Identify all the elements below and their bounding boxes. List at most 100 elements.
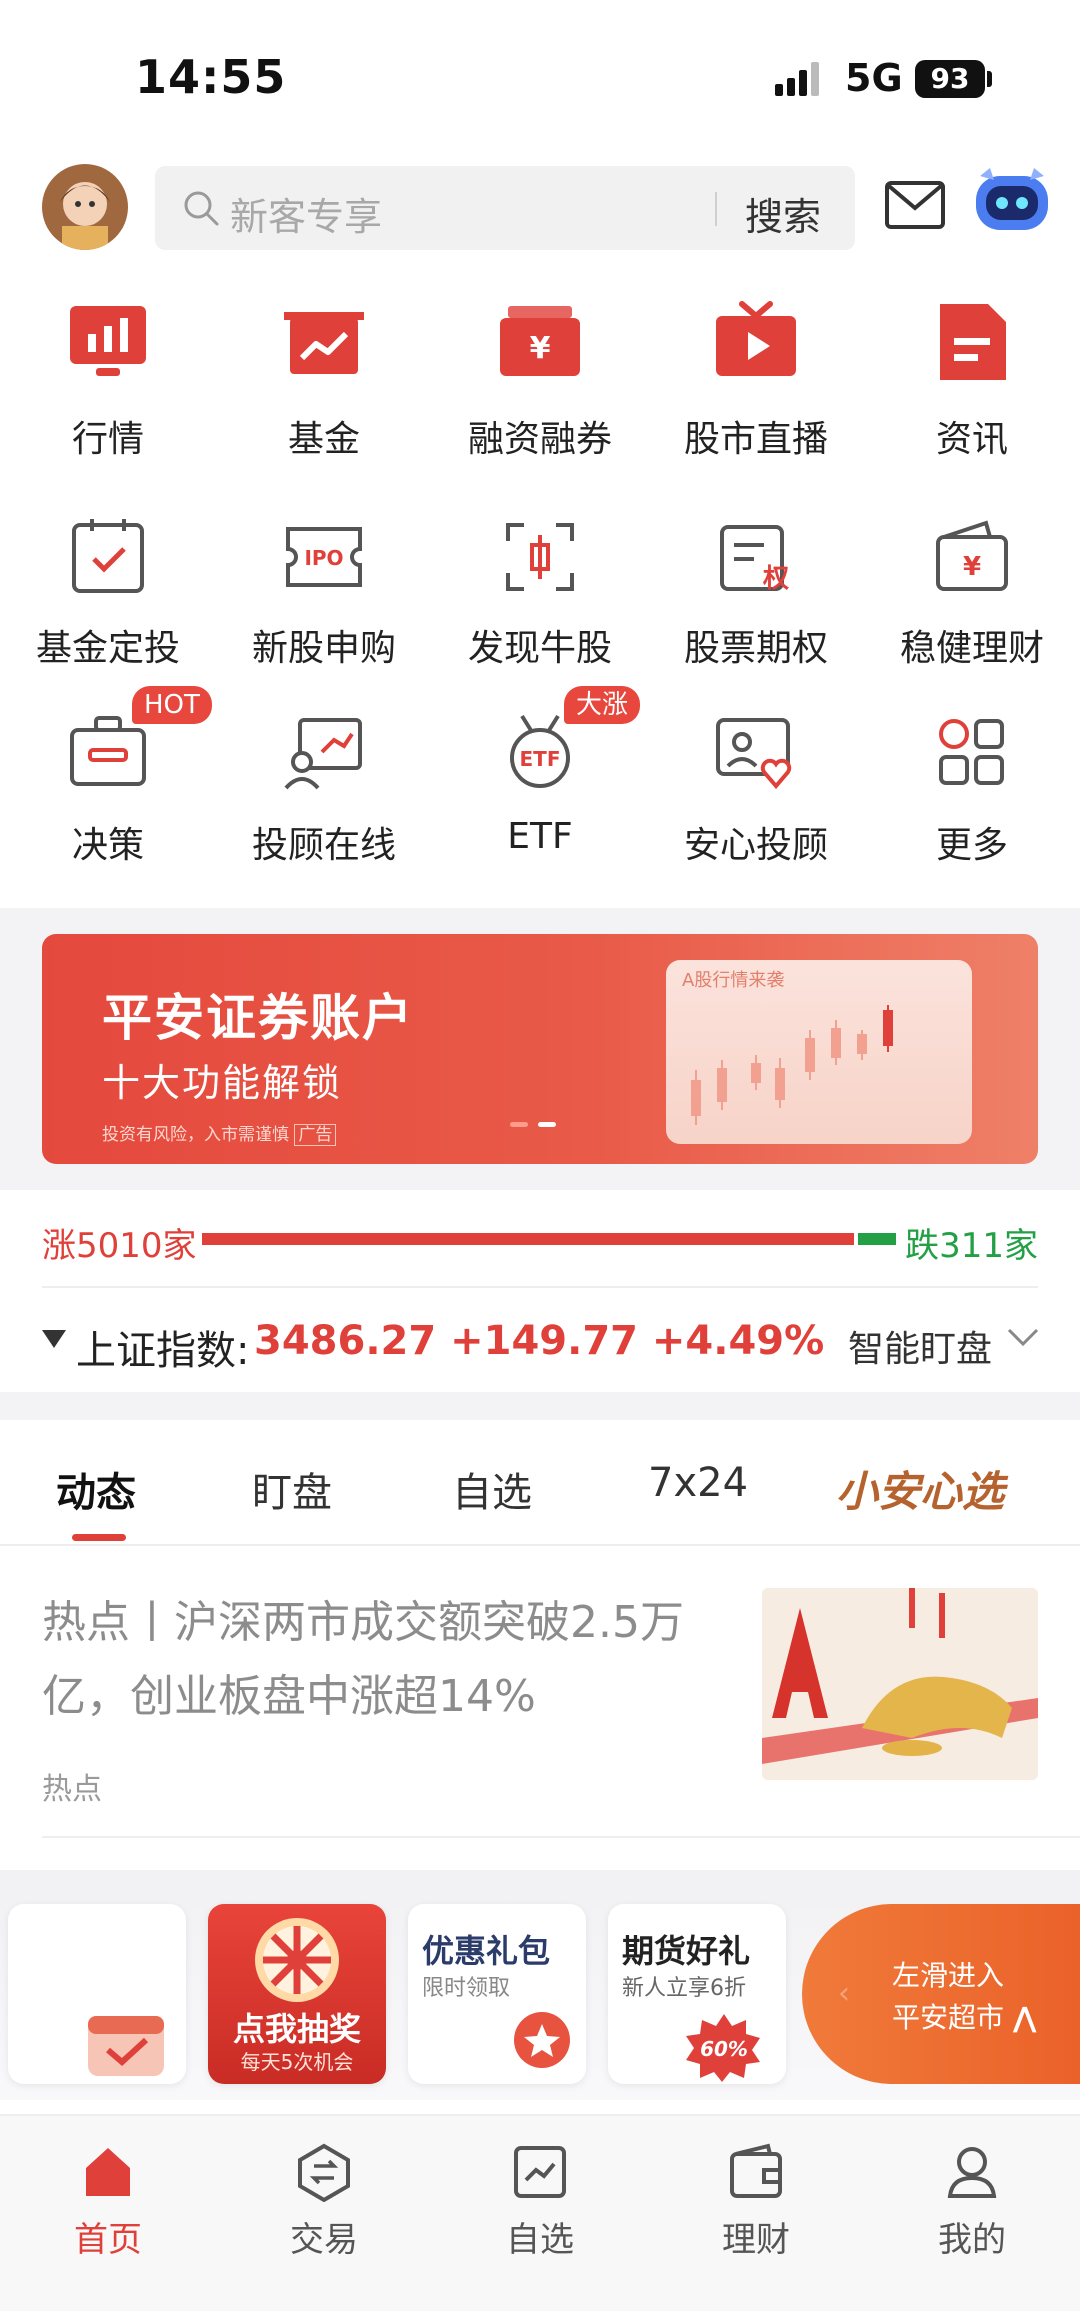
ipo-text: IPO bbox=[304, 546, 343, 570]
pingan-logo-icon: ⋀ bbox=[1012, 2001, 1037, 2034]
fall-bar bbox=[858, 1233, 896, 1245]
grid-item-margin[interactable]: ¥ 融资融券 bbox=[432, 300, 648, 490]
banner-section: 平安证券账户 十大功能解锁 投资有风险，入市需谨慎 广告 A股行情来袭 bbox=[0, 908, 1080, 1190]
banner-subtitle: 十大功能解锁 bbox=[102, 1061, 343, 1105]
robot-assistant-icon[interactable] bbox=[972, 166, 1052, 236]
index-row[interactable]: 上证指数: 3486.27 +149.77 +4.49% 智能盯盘 bbox=[0, 1290, 1080, 1390]
nav-mine[interactable]: 我的 bbox=[864, 2132, 1080, 2282]
options-doc-icon: 权 bbox=[720, 525, 789, 594]
nav-favorites[interactable]: 自选 bbox=[432, 2132, 648, 2282]
divider bbox=[42, 1836, 1080, 1838]
grid-label: 基金 bbox=[287, 419, 360, 460]
feed-tabs: 动态 盯盘 自选 7x24 小安心选 bbox=[0, 1420, 1080, 1546]
grid-item-discover-stock[interactable]: 发现牛股 bbox=[432, 515, 648, 705]
tab-xiaoan-select[interactable]: 小安心选 bbox=[836, 1458, 1004, 1519]
tab-favorites[interactable]: 自选 bbox=[452, 1460, 532, 1518]
nav-wealth[interactable]: 理财 bbox=[648, 2132, 864, 2282]
chevron-down-icon[interactable] bbox=[1006, 1326, 1040, 1350]
news-headline[interactable]: 热点丨沪深两市成交额突破2.5万亿，创业板盘中涨超14% bbox=[42, 1586, 722, 1734]
grid-item-fund-invest[interactable]: 基金定投 bbox=[0, 515, 216, 705]
grid-item-decision[interactable]: 决策 HOT bbox=[0, 686, 216, 900]
rise-badge: 大涨 bbox=[564, 686, 641, 724]
grid-item-wealth[interactable]: ¥ 稳健理财 bbox=[864, 515, 1080, 705]
grid-item-live[interactable]: 股市直播 bbox=[648, 300, 864, 490]
tab-dynamic[interactable]: 动态 bbox=[56, 1460, 136, 1518]
news-item[interactable]: 热点丨沪深两市成交额突破2.5万亿，创业板盘中涨超14% 热点 bbox=[0, 1546, 1080, 1836]
rise-count: 涨5010家 bbox=[42, 1226, 197, 1266]
nav-label: 理财 bbox=[722, 2220, 790, 2260]
fund-chart-icon bbox=[284, 312, 364, 374]
banner-chart-card: A股行情来袭 bbox=[666, 960, 972, 1144]
nav-trade[interactable]: 交易 bbox=[216, 2132, 432, 2282]
market-chart-icon bbox=[70, 306, 146, 376]
lottery-card[interactable]: 点我抽奖 每天5次机会 bbox=[208, 1904, 386, 2084]
yen-symbol: ¥ bbox=[530, 331, 551, 366]
promo-banner[interactable]: 平安证券账户 十大功能解锁 投资有风险，入市需谨慎 广告 A股行情来袭 bbox=[42, 934, 1038, 1164]
futures-gift-card[interactable]: 期货好礼 新人立享6折 60% bbox=[608, 1904, 786, 2084]
grid-label: 股市直播 bbox=[683, 419, 828, 460]
battery-icon: 93 bbox=[915, 60, 985, 98]
market-breadth[interactable]: 涨5010家 跌311家 bbox=[0, 1190, 1080, 1286]
chart-box-icon bbox=[514, 2146, 566, 2198]
gift-subtitle: 限时领取 bbox=[422, 1976, 511, 2001]
grid-label: 股票期权 bbox=[683, 628, 828, 669]
grid-item-safe-advisor[interactable]: 安心投顾 bbox=[648, 710, 864, 900]
candlestick-illustration bbox=[691, 1005, 893, 1125]
grid-label: 发现牛股 bbox=[467, 628, 612, 669]
grid-item-advisor-online[interactable]: 投顾在线 bbox=[216, 710, 432, 900]
swipe-to-mall-card[interactable]: ‹ 左滑进入 平安超市 ⋀ bbox=[802, 1904, 1080, 2084]
gift-title: 优惠礼包 bbox=[422, 1932, 551, 1970]
discount-text: 60% bbox=[700, 2037, 748, 2061]
grid-item-news[interactable]: 资讯 bbox=[864, 300, 1080, 490]
grid-item-ipo[interactable]: IPO 新股申购 bbox=[216, 515, 432, 705]
calendar-check-icon bbox=[88, 2016, 164, 2076]
search-placeholder: 新客专享 bbox=[230, 195, 383, 239]
nav-home[interactable]: 首页 bbox=[0, 2132, 216, 2282]
search-button[interactable]: 搜索 bbox=[745, 186, 821, 241]
live-tv-icon bbox=[716, 301, 796, 376]
grid-item-fund[interactable]: 基金 bbox=[216, 300, 432, 490]
grid-label: 基金定投 bbox=[35, 628, 180, 669]
promo-cards-row: 点我抽奖 每天5次机会 优惠礼包 限时领取 期货好礼 新人立享6折 60% ‹ … bbox=[0, 1870, 1080, 2100]
bottom-navigation: 首页 交易 自选 理财 我的 bbox=[0, 2114, 1080, 2311]
news-thumbnail[interactable] bbox=[762, 1588, 1038, 1780]
grid-item-options[interactable]: 权 股票期权 bbox=[648, 515, 864, 705]
down-triangle-icon bbox=[42, 1330, 66, 1348]
grid-item-market[interactable]: 行情 bbox=[0, 300, 216, 490]
search-input[interactable]: 新客专享 搜索 bbox=[155, 166, 855, 250]
news-tag: 热点 bbox=[42, 1772, 102, 1807]
nav-label: 我的 bbox=[938, 2220, 1006, 2260]
tab-watch[interactable]: 盯盘 bbox=[252, 1460, 332, 1518]
grid-label: 投顾在线 bbox=[251, 825, 396, 866]
lottery-subtitle: 每天5次机会 bbox=[240, 2050, 354, 2074]
grid-item-etf[interactable]: ETF ETF 大涨 bbox=[432, 686, 648, 900]
mall-name: 平安超市 ⋀ bbox=[892, 2001, 1037, 2034]
grid-label: 稳健理财 bbox=[899, 628, 1044, 669]
banner-title: 平安证券账户 bbox=[102, 989, 414, 1047]
active-tab-indicator bbox=[72, 1534, 126, 1541]
mail-icon[interactable] bbox=[884, 180, 946, 230]
smart-watch-button[interactable]: 智能盯盘 bbox=[848, 1320, 992, 1372]
rise-bar bbox=[202, 1233, 854, 1245]
tab-7x24[interactable]: 7x24 bbox=[648, 1460, 748, 1506]
ipo-ticket-icon: IPO bbox=[286, 527, 362, 587]
network-type: 5G bbox=[845, 56, 903, 100]
signal-icon bbox=[775, 62, 819, 96]
gift-pack-card[interactable]: 优惠礼包 限时领取 bbox=[408, 1904, 586, 2084]
divider bbox=[42, 1286, 1038, 1288]
grid-label: 融资融券 bbox=[467, 419, 612, 460]
nav-label: 自选 bbox=[506, 2220, 574, 2260]
grid-item-more[interactable]: 更多 bbox=[864, 710, 1080, 900]
search-header: 新客专享 搜索 bbox=[0, 160, 1080, 260]
prize-wheel-icon bbox=[255, 1918, 339, 2002]
id-card-heart-icon bbox=[716, 718, 792, 790]
etf-text: ETF bbox=[520, 747, 561, 771]
grid-label: 更多 bbox=[935, 825, 1008, 866]
sign-in-card[interactable] bbox=[8, 1904, 186, 2084]
grid-label: 资讯 bbox=[935, 419, 1008, 460]
status-bar: 14:55 5G 93 bbox=[0, 0, 1080, 150]
grid-label: 新股申购 bbox=[251, 628, 396, 669]
avatar[interactable] bbox=[42, 164, 128, 250]
margin-wallet-icon: ¥ bbox=[500, 306, 580, 376]
chevron-left-icon: ‹ bbox=[838, 1976, 850, 2011]
